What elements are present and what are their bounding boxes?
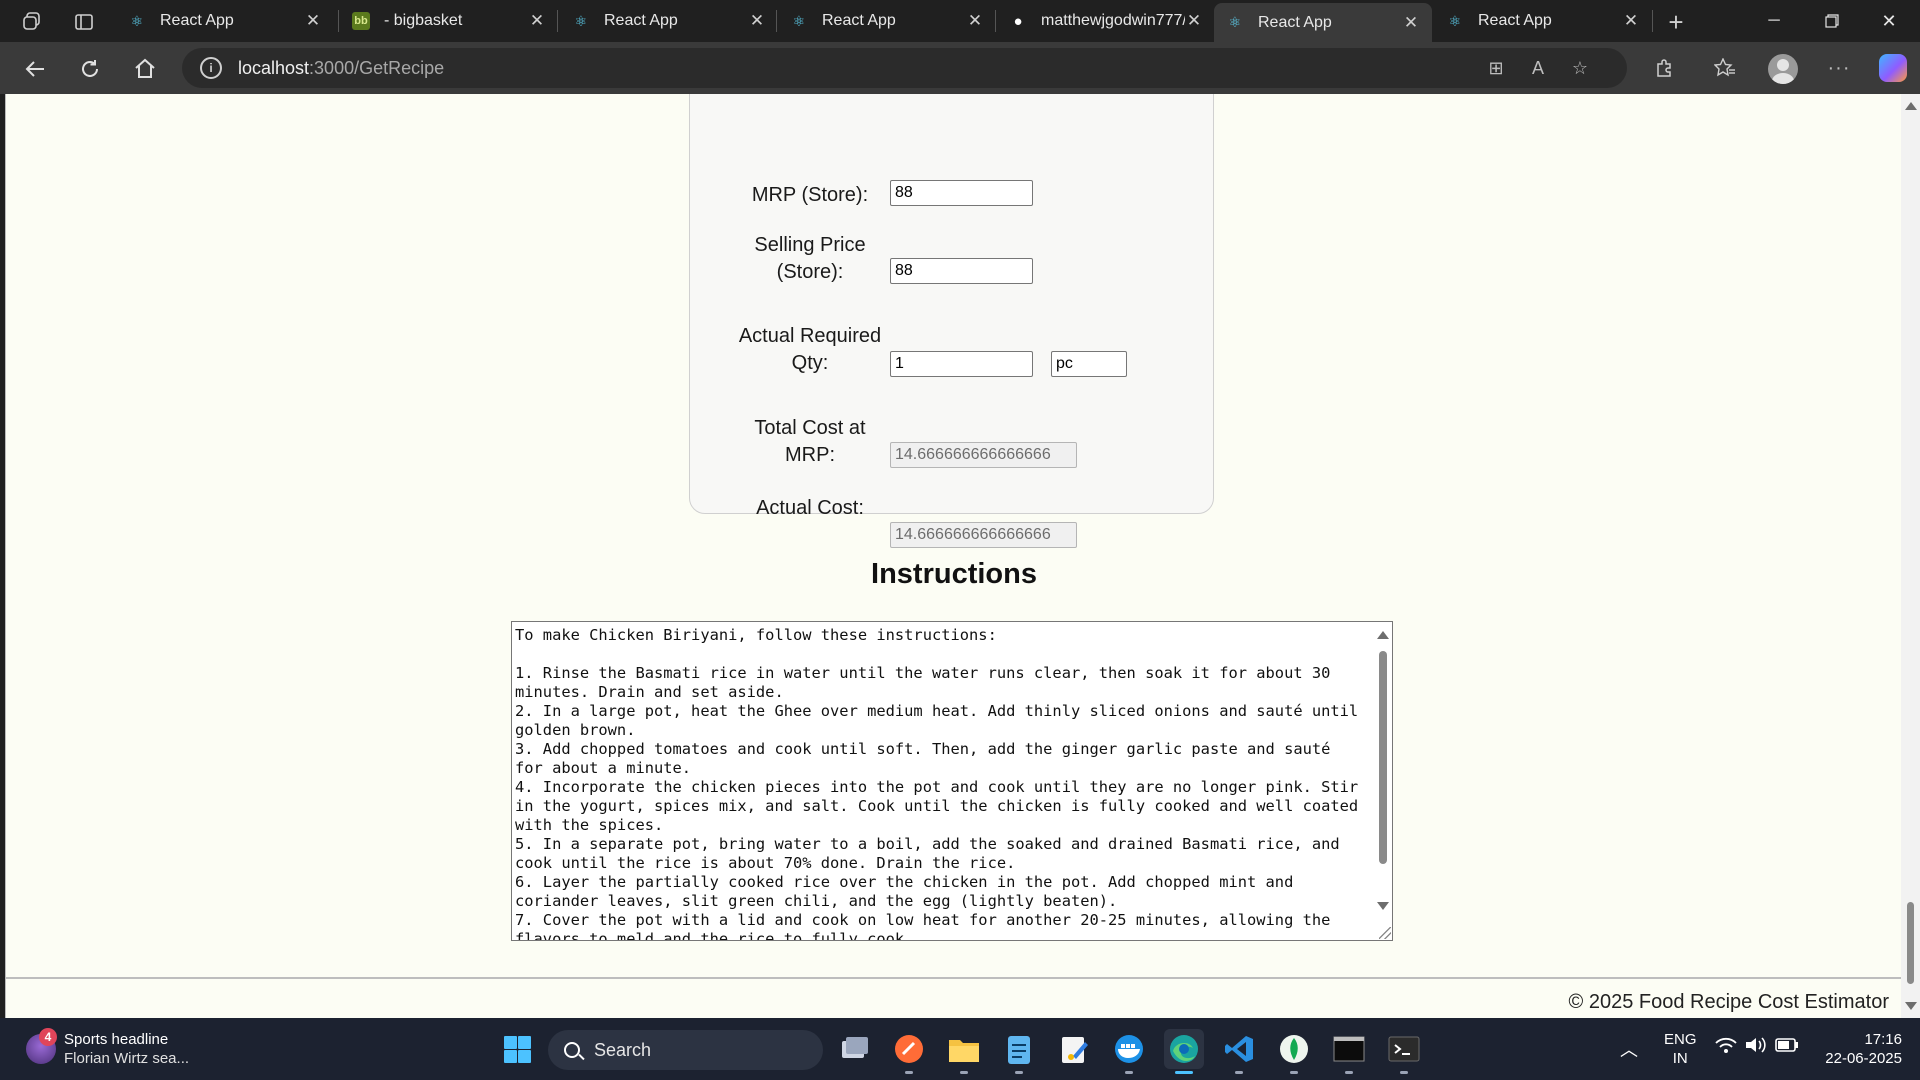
selling-price-label: Selling Price (Store): <box>754 234 866 283</box>
tab-github[interactable]: ● matthewjgodwin777/ ✕ <box>997 4 1215 38</box>
refresh-icon[interactable] <box>73 52 107 86</box>
scroll-down-icon[interactable] <box>1377 902 1389 910</box>
instructions-textarea[interactable]: To make Chicken Biriyani, follow these i… <box>511 621 1393 941</box>
clock-time: 17:16 <box>1864 1031 1902 1048</box>
total-cost-field[interactable] <box>890 442 1077 468</box>
react-icon: ⚛ <box>792 12 806 29</box>
actual-cost-field[interactable] <box>890 522 1077 548</box>
restore-icon[interactable] <box>1803 0 1861 42</box>
paint-icon[interactable] <box>1054 1029 1094 1069</box>
workspaces-icon[interactable] <box>18 8 46 36</box>
ingredient-cost-card: MRP (Store): Selling Price (Store): Actu… <box>689 94 1214 548</box>
required-qty-label: Actual Required Qty: <box>738 325 882 374</box>
clock-date: 22-06-2025 <box>1825 1050 1902 1067</box>
tab-react-app-3[interactable]: ⚛ React App ✕ <box>778 4 996 38</box>
mongodb-icon[interactable] <box>1274 1029 1314 1074</box>
taskbar-search[interactable]: Search <box>548 1030 823 1070</box>
read-aloud-icon[interactable]: A <box>1524 54 1552 82</box>
total-cost-label: Total Cost at MRP: <box>754 417 866 466</box>
react-icon: ⚛ <box>574 12 588 29</box>
back-icon[interactable] <box>18 52 52 86</box>
close-icon[interactable]: ✕ <box>528 11 546 31</box>
show-hidden-icons-icon[interactable]: ︿ <box>1620 1036 1638 1062</box>
notification-badge: 4 <box>39 1028 57 1046</box>
new-tab-icon[interactable]: + <box>1662 7 1690 37</box>
resize-grip-icon[interactable] <box>1379 927 1391 939</box>
scroll-up-icon[interactable] <box>1377 631 1389 639</box>
language-indicator[interactable]: ENG IN <box>1664 1030 1697 1068</box>
news-headline: Sports headline <box>64 1031 169 1048</box>
unit-input[interactable] <box>1051 351 1127 377</box>
close-icon[interactable]: ✕ <box>304 11 322 31</box>
volume-icon[interactable] <box>1745 1036 1767 1058</box>
footer-copyright: © 2025 Food Recipe Cost Estimator <box>1568 991 1889 1013</box>
news-subline: Florian Wirtz sea... <box>64 1050 190 1067</box>
react-icon: ⚛ <box>1228 14 1242 30</box>
more-options-icon[interactable]: ··· <box>1825 54 1853 82</box>
close-icon[interactable]: ✕ <box>1185 11 1203 31</box>
react-icon: ⚛ <box>1448 12 1462 29</box>
favorites-icon[interactable] <box>1711 54 1739 82</box>
instructions-text: To make Chicken Biriyani, follow these i… <box>515 626 1359 941</box>
search-icon <box>564 1042 580 1058</box>
instructions-heading: Instructions <box>871 558 1037 590</box>
news-widget[interactable]: 4 Sports headline Florian Wirtz sea... <box>22 1028 222 1072</box>
address-bar[interactable]: i localhost:3000/GetRecipe ⊞ A ☆ <box>182 48 1627 88</box>
actual-cost-label: Actual Cost: <box>756 497 864 519</box>
favorite-star-icon[interactable]: ☆ <box>1566 54 1594 82</box>
wifi-icon[interactable] <box>1715 1036 1737 1058</box>
vscode-icon[interactable] <box>1219 1029 1259 1074</box>
tab-react-app-4[interactable]: ⚛ React App ✕ <box>1434 4 1652 38</box>
close-icon[interactable]: ✕ <box>1622 11 1640 31</box>
docker-icon[interactable] <box>1109 1029 1149 1074</box>
scroll-down-icon[interactable] <box>1905 1002 1917 1010</box>
instructions-scrollbar[interactable] <box>1374 622 1392 940</box>
page-viewport: MRP (Store): Selling Price (Store): Actu… <box>5 94 1901 1018</box>
github-icon: ● <box>1013 12 1023 30</box>
site-info-icon[interactable]: i <box>200 57 222 79</box>
notepad-icon[interactable] <box>999 1029 1039 1074</box>
clock[interactable]: 17:16 22-06-2025 <box>1812 1030 1902 1068</box>
react-icon: ⚛ <box>130 12 144 29</box>
scroll-thumb[interactable] <box>1379 651 1387 864</box>
command-prompt-icon[interactable] <box>1329 1029 1369 1074</box>
scroll-thumb[interactable] <box>1907 902 1914 984</box>
bigbasket-icon: bb <box>352 12 370 30</box>
tab-react-app-2[interactable]: ⚛ React App ✕ <box>560 4 778 38</box>
footer-divider <box>6 977 1901 979</box>
task-view-icon[interactable] <box>834 1029 874 1069</box>
copilot-icon[interactable] <box>1879 54 1907 82</box>
browser-toolbar: i localhost:3000/GetRecipe ⊞ A ☆ ··· <box>0 42 1920 94</box>
tab-react-app-1[interactable]: ⚛ React App ✕ <box>116 4 334 38</box>
tab-react-app-active[interactable]: ⚛ React App ✕ <box>1214 3 1432 42</box>
browser-tab-bar: ⚛ React App ✕ bb - bigbasket ✕ ⚛ React A… <box>0 0 1920 42</box>
postman-icon[interactable] <box>889 1029 929 1074</box>
close-icon[interactable]: ✕ <box>966 11 984 31</box>
file-explorer-icon[interactable] <box>944 1029 984 1074</box>
url-text: localhost:3000/GetRecipe <box>238 57 445 78</box>
close-icon[interactable]: ✕ <box>1402 13 1420 33</box>
required-qty-input[interactable] <box>890 351 1033 377</box>
windows-taskbar: 4 Sports headline Florian Wirtz sea... S… <box>0 1018 1920 1080</box>
home-icon[interactable] <box>128 52 162 86</box>
page-scrollbar[interactable] <box>1901 94 1920 1018</box>
close-window-icon[interactable]: ✕ <box>1860 0 1918 42</box>
terminal-icon[interactable] <box>1384 1029 1424 1074</box>
selling-price-input[interactable] <box>890 258 1033 284</box>
close-icon[interactable]: ✕ <box>748 11 766 31</box>
edge-browser-icon[interactable] <box>1164 1029 1204 1074</box>
profile-avatar[interactable] <box>1768 54 1798 84</box>
tab-bigbasket[interactable]: bb - bigbasket ✕ <box>340 4 558 38</box>
tab-actions-icon[interactable] <box>70 8 98 36</box>
mrp-label: MRP (Store): <box>751 184 869 206</box>
start-icon[interactable] <box>497 1029 537 1069</box>
app-available-icon[interactable]: ⊞ <box>1482 54 1510 82</box>
battery-icon[interactable] <box>1775 1037 1799 1057</box>
minimize-icon[interactable]: ─ <box>1745 0 1803 42</box>
mrp-input[interactable] <box>890 180 1033 206</box>
extensions-icon[interactable] <box>1650 54 1678 82</box>
scroll-up-icon[interactable] <box>1905 102 1917 110</box>
